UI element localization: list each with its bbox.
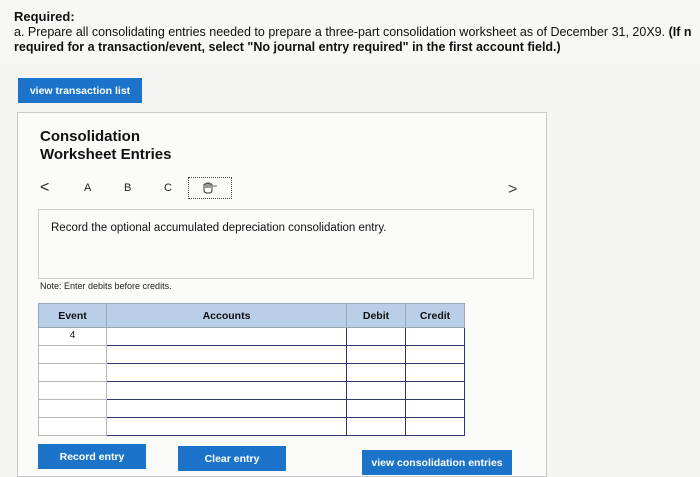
event-cell xyxy=(38,381,107,400)
instructions-header: Required: a. Prepare all consolidating e… xyxy=(0,0,700,64)
table-row xyxy=(38,399,465,418)
table-row xyxy=(38,363,465,382)
current-tab[interactable] xyxy=(188,177,232,199)
panel-title-line2: Worksheet Entries xyxy=(40,146,172,163)
event-cell xyxy=(38,345,107,364)
event-cell xyxy=(38,399,107,418)
hand-pointer-icon xyxy=(203,182,217,194)
view-consolidation-entries-button[interactable]: view consolidation entries xyxy=(362,450,512,475)
debit-input[interactable] xyxy=(346,381,406,400)
prompt-text: Record the optional accumulated deprecia… xyxy=(51,222,387,234)
credit-input[interactable] xyxy=(405,381,465,400)
event-cell: 4 xyxy=(38,327,107,346)
panel-title: Consolidation Worksheet Entries xyxy=(40,128,171,164)
event-cell xyxy=(38,363,107,382)
header-event: Event xyxy=(38,303,107,328)
account-input[interactable] xyxy=(106,363,347,382)
instruction-text: a. Prepare all consolidating entries nee… xyxy=(14,25,700,55)
record-entry-button[interactable]: Record entry xyxy=(38,444,146,469)
header-accounts: Accounts xyxy=(106,303,347,328)
instruction-bold-start: (If n xyxy=(668,25,692,39)
credit-input[interactable] xyxy=(405,363,465,382)
consolidation-panel: Consolidation Worksheet Entries < A B C … xyxy=(17,112,547,477)
debit-input[interactable] xyxy=(346,327,406,346)
header-credit: Credit xyxy=(405,303,465,328)
credit-input[interactable] xyxy=(405,417,465,436)
debit-input[interactable] xyxy=(346,399,406,418)
tab-c[interactable]: C xyxy=(164,182,172,194)
account-input[interactable] xyxy=(106,345,347,364)
account-input[interactable] xyxy=(106,417,347,436)
prompt-box: Record the optional accumulated deprecia… xyxy=(38,209,534,279)
table-row xyxy=(38,417,465,436)
note-text: Note: Enter debits before credits. xyxy=(40,281,172,291)
tab-b[interactable]: B xyxy=(124,182,131,194)
account-input[interactable] xyxy=(106,381,347,400)
required-label: Required: xyxy=(14,9,75,24)
credit-input[interactable] xyxy=(405,345,465,364)
table-row: 4 xyxy=(38,327,465,346)
credit-input[interactable] xyxy=(405,327,465,346)
panel-title-line1: Consolidation xyxy=(40,128,140,145)
header-debit: Debit xyxy=(346,303,406,328)
debit-input[interactable] xyxy=(346,345,406,364)
event-cell xyxy=(38,417,107,436)
table-row xyxy=(38,381,465,400)
instruction-bold-end: required for a transaction/event, select… xyxy=(14,40,561,54)
account-input[interactable] xyxy=(106,399,347,418)
view-transaction-list-button[interactable]: view transaction list xyxy=(18,78,142,103)
tab-a[interactable]: A xyxy=(84,182,91,194)
account-input[interactable] xyxy=(106,327,347,346)
entry-navigation: < A B C > xyxy=(36,177,526,203)
next-arrow-icon[interactable]: > xyxy=(508,181,517,199)
table-row xyxy=(38,345,465,364)
previous-arrow-icon[interactable]: < xyxy=(40,179,49,197)
clear-entry-button[interactable]: Clear entry xyxy=(178,446,286,471)
debit-input[interactable] xyxy=(346,417,406,436)
instruction-plain: a. Prepare all consolidating entries nee… xyxy=(14,25,669,39)
credit-input[interactable] xyxy=(405,399,465,418)
journal-entry-table: Event Accounts Debit Credit 4 xyxy=(38,303,465,436)
debit-input[interactable] xyxy=(346,363,406,382)
